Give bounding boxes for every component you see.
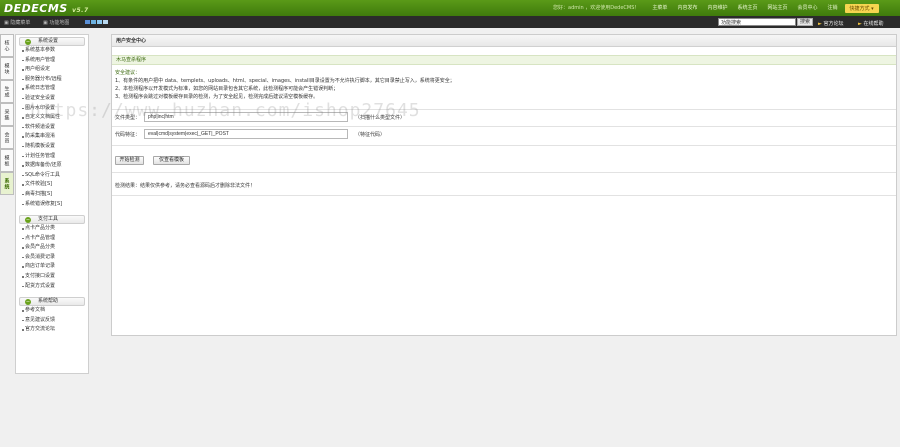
group-system-settings[interactable]: − 系统设置	[19, 37, 85, 46]
tip-line-2: 2、本检测程序以开发模式为标准，如您的网站目录包含其它系统，此检测程序可能会产生…	[115, 86, 339, 92]
sidebar-system-item[interactable]: 系统错误修复[S]	[16, 200, 88, 210]
nav-main-menu[interactable]: 主菜单	[647, 4, 672, 13]
main-panel: 用户安全中心 木马查杀程序 安全建议： 1、有条件的用户把中 data、temp…	[111, 34, 897, 336]
sidebar-system-item[interactable]: 文件校验[S]	[16, 180, 88, 190]
hide-menu-button[interactable]: ▣ 隐藏菜单	[4, 19, 30, 26]
top-nav: 您好：admin ，欢迎使用DedeCMS！ 主菜单 内容发布 内容维护 系统主…	[548, 4, 879, 13]
sidebar-system-item[interactable]: 验证安全设置	[16, 94, 88, 104]
search-button[interactable]: 搜索	[797, 18, 813, 26]
sidebar-system-item[interactable]: 病毒扫描[S]	[16, 190, 88, 200]
sidebar-system-item[interactable]: 系统基本参数	[16, 46, 88, 56]
sidebar-pay-item[interactable]: 点卡产品分类	[16, 224, 88, 234]
sidebar-system-item[interactable]: 随机模板设置	[16, 142, 88, 152]
sidebar-pay-item[interactable]: 会员消费记录	[16, 253, 88, 263]
file-type-note: （扫描什么类型文件）	[355, 115, 406, 121]
tab-core[interactable]: 核心	[0, 34, 14, 57]
sidebar-pay-item[interactable]: 商店订单记录	[16, 262, 88, 272]
sidebar-system-item[interactable]: 服务器分布/远程	[16, 75, 88, 85]
sidebar-system-item[interactable]: 计划任务管理	[16, 152, 88, 162]
sidebar-system-item[interactable]: 用户组设定	[16, 65, 88, 75]
code-feature-label: 代码特征：	[115, 132, 141, 138]
code-feature-input[interactable]	[144, 129, 348, 139]
collapse-icon: −	[25, 299, 31, 306]
security-tips: 安全建议： 1、有条件的用户把中 data、templets、uploads、h…	[115, 69, 895, 101]
sidebar-system-item[interactable]: 系统日志管理	[16, 84, 88, 94]
shortcut-dropdown[interactable]: 快捷方式 ▾	[844, 4, 879, 13]
tab-generate[interactable]: 生成	[0, 80, 14, 103]
sidebar-pay-item[interactable]: 支付接口设置	[16, 272, 88, 282]
sidebar-system-item[interactable]: 软件频道设置	[16, 123, 88, 133]
view-template-button[interactable]: 仅查看模板	[153, 156, 190, 165]
tips-title: 安全建议：	[115, 70, 141, 76]
sidebar-system-item[interactable]: 防采集串混淆	[16, 132, 88, 142]
sidebar-help-item[interactable]: 意见建议反馈	[16, 316, 88, 326]
page-title: 用户安全中心	[112, 35, 896, 47]
pay-items: 点卡产品分类 点卡产品管理 会员产品分类 会员消费记录 商店订单记录 支付接口设置 配货方式…	[16, 224, 88, 291]
skin-swatch-4[interactable]	[103, 20, 108, 24]
sidebar-help-item[interactable]: 官方交流论坛	[16, 325, 88, 335]
sidebar-pay-item[interactable]: 点卡产品管理	[16, 234, 88, 244]
skin-swatch-2[interactable]	[91, 20, 96, 24]
nav-member-center[interactable]: 会员中心	[793, 4, 823, 13]
official-forum-link[interactable]: ► 官方论坛	[818, 20, 843, 27]
function-map-button[interactable]: ▣ 功能地图	[43, 19, 69, 26]
tab-template[interactable]: 模板	[0, 149, 14, 172]
sidebar-system-item[interactable]: 图片水印设置	[16, 104, 88, 114]
tab-module[interactable]: 模块	[0, 57, 14, 80]
section-header: 木马查杀程序	[112, 55, 896, 65]
sidebar-pay-item[interactable]: 配货方式设置	[16, 282, 88, 292]
left-category-tabs: 核心 模块 生成 采集 会员 模板 系统	[0, 34, 14, 195]
sidebar-system-item[interactable]: 自定义文档属性	[16, 113, 88, 123]
nav-system-home[interactable]: 系统主页	[732, 4, 762, 13]
divider	[112, 195, 896, 196]
sidebar-help-item[interactable]: 参考文档	[16, 306, 88, 316]
help-items: 参考文档 意见建议反馈 官方交流论坛	[16, 306, 88, 335]
nav-logout[interactable]: 注销	[823, 4, 843, 13]
divider	[112, 126, 896, 127]
group-system-help[interactable]: − 系统帮助	[19, 297, 85, 307]
scan-result: 检测结果：结果仅供参考，请务必查看源码后才删除非法文件！	[115, 183, 256, 189]
arrow-icon: ►	[858, 21, 862, 27]
sidebar-system-item[interactable]: SQL命令行工具	[16, 171, 88, 181]
sidebar-system-item[interactable]: 数据库备份/还原	[16, 161, 88, 171]
tip-line-3: 3、检测程序会跳过对模板缓存目录的检测，为了安全起见，检测完成后建议清空模板缓存…	[115, 94, 319, 100]
function-search-input[interactable]	[718, 18, 796, 26]
nav-site-home[interactable]: 网站主页	[762, 4, 792, 13]
group-payment-tools[interactable]: − 支付工具	[19, 215, 85, 225]
collapse-icon: −	[25, 39, 31, 45]
start-scan-button[interactable]: 开始检测	[115, 156, 144, 165]
nav-publish[interactable]: 内容发布	[672, 4, 702, 13]
file-type-label: 文件类型：	[115, 115, 141, 121]
skin-swatch-3[interactable]	[97, 20, 102, 24]
tip-line-1: 1、有条件的用户把中 data、templets、uploads、html、sp…	[115, 78, 455, 84]
sidebar-system-item[interactable]: 系统用户管理	[16, 56, 88, 66]
skin-swatch-1[interactable]	[85, 20, 90, 24]
welcome-text: 您好：admin ，欢迎使用DedeCMS！	[553, 5, 640, 11]
nav-maintain[interactable]: 内容维护	[702, 4, 732, 13]
online-help-link[interactable]: ► 在线帮助	[858, 20, 883, 27]
sidebar-menu: − 系统设置 系统基本参数 系统用户管理 用户组设定 服务器分布/远程 系统日志管理 验证安…	[15, 34, 89, 374]
tab-collect[interactable]: 采集	[0, 103, 14, 126]
divider	[112, 172, 896, 173]
divider	[112, 109, 896, 110]
collapse-icon: −	[25, 217, 31, 224]
tab-system[interactable]: 系统	[0, 172, 14, 195]
file-type-input[interactable]	[144, 112, 348, 122]
dedecms-logo: DEDECMS v5.7	[4, 2, 89, 15]
top-header: DEDECMS v5.7 您好：admin ，欢迎使用DedeCMS！ 主菜单 …	[0, 0, 900, 16]
system-items: 系统基本参数 系统用户管理 用户组设定 服务器分布/远程 系统日志管理 验证安全设置 图片水…	[16, 46, 88, 209]
arrow-icon: ►	[818, 21, 822, 27]
sidebar-pay-item[interactable]: 会员产品分类	[16, 243, 88, 253]
divider	[112, 145, 896, 146]
code-feature-note: （特征代码）	[355, 132, 386, 138]
tab-member[interactable]: 会员	[0, 126, 14, 149]
